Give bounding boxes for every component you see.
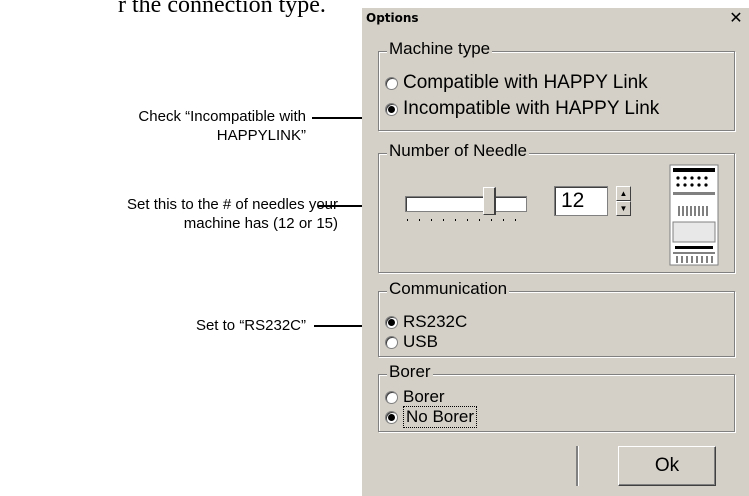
title-bar: Options ✕: [362, 8, 749, 32]
callout-machine-type: Check “Incompatible with HAPPYLINK”: [60, 107, 306, 145]
needle-count-input[interactable]: [554, 186, 608, 216]
communication-group: Communication RS232C USB: [378, 279, 735, 357]
ok-button[interactable]: Ok: [618, 446, 716, 486]
radio-borer[interactable]: Borer: [385, 387, 445, 407]
radio-label: No Borer: [403, 406, 478, 428]
needle-legend: Number of Needle: [387, 141, 529, 161]
radio-label: Incompatible with HAPPY Link: [403, 98, 660, 119]
needle-spinner: ▲ ▼: [616, 186, 631, 216]
close-button[interactable]: ✕: [726, 10, 746, 29]
radio-compatible-happy-link[interactable]: Compatible with HAPPY Link: [385, 72, 648, 94]
radio-selected-icon: [385, 315, 398, 329]
callout-needles: Set this to the # of needles your machin…: [2, 195, 338, 233]
radio-rs232c[interactable]: RS232C: [385, 312, 467, 332]
borer-legend: Borer: [387, 362, 433, 382]
slider-ticks: [407, 219, 527, 221]
arrow-machine-type: [312, 117, 366, 119]
needle-slider-track[interactable]: [405, 196, 527, 212]
needle-slider-thumb[interactable]: [483, 187, 496, 215]
radio-selected-icon: [385, 410, 398, 424]
borer-group: Borer Borer No Borer: [378, 362, 735, 432]
radio-label: RS232C: [403, 312, 468, 331]
callout-communication: Set to “RS232C”: [130, 316, 306, 335]
button-separator: [576, 446, 579, 486]
spin-down-button[interactable]: ▼: [616, 201, 631, 216]
spin-up-button[interactable]: ▲: [616, 186, 631, 201]
radio-icon: [385, 335, 398, 349]
needle-group: Number of Needle ▲ ▼: [378, 141, 735, 273]
arrow-down-icon: ▼: [619, 204, 628, 213]
callout-communication-text: Set to “RS232C”: [195, 317, 306, 334]
radio-selected-icon: [385, 102, 398, 116]
machine-type-legend: Machine type: [387, 39, 493, 59]
arrow-needles: [318, 205, 368, 207]
callout-machine-type-text: Check “Incompatible with HAPPYLINK”: [138, 108, 306, 144]
radio-no-borer[interactable]: No Borer: [385, 406, 478, 428]
radio-usb[interactable]: USB: [385, 332, 438, 352]
radio-icon: [385, 76, 398, 90]
machine-type-group: Machine type Compatible with HAPPY Link …: [378, 39, 735, 131]
radio-label: Compatible with HAPPY Link: [403, 72, 648, 93]
dialog-title: Options: [366, 11, 419, 25]
embroidery-machine-icon: [669, 164, 719, 266]
document-text: r the connection type.: [118, 0, 326, 18]
communication-legend: Communication: [387, 279, 510, 299]
radio-icon: [385, 390, 398, 404]
radio-label: Borer: [403, 387, 445, 406]
options-dialog: Options ✕ Machine type Compatible with H…: [362, 8, 749, 496]
radio-label: USB: [403, 332, 438, 351]
close-icon: ✕: [729, 10, 743, 27]
radio-incompatible-happy-link[interactable]: Incompatible with HAPPY Link: [385, 98, 659, 120]
arrow-up-icon: ▲: [619, 189, 628, 198]
callout-needles-text: Set this to the # of needles your machin…: [127, 196, 338, 232]
arrow-communication: [314, 325, 366, 327]
